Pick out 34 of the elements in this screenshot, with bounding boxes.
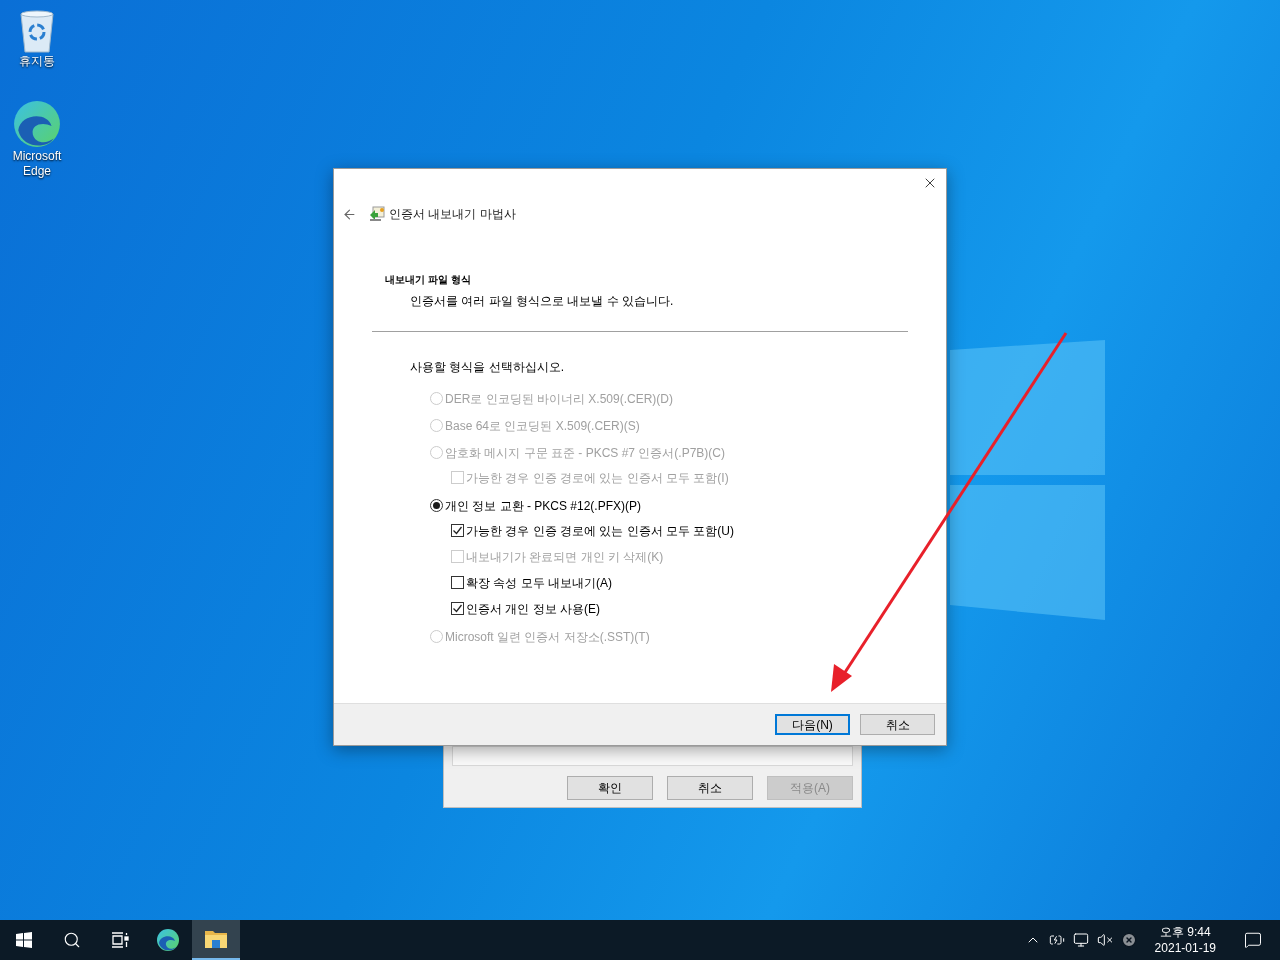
battery-icon[interactable] [1048, 932, 1065, 948]
checkbox-label[interactable]: 확장 속성 모두 내보내기(A) [466, 573, 612, 592]
browser-icon [156, 928, 180, 952]
recycle-bin-icon [17, 8, 57, 54]
checkbox-label[interactable]: 인증서 개인 정보 사용(E) [466, 599, 600, 618]
checkbox[interactable] [451, 602, 464, 615]
browser-icon [12, 99, 62, 149]
wizard-button[interactable]: 취소 [860, 714, 935, 735]
checkbox[interactable] [451, 524, 464, 537]
windows-logo-icon [16, 932, 32, 948]
dialog-button[interactable]: 취소 [667, 776, 753, 800]
search-icon [63, 931, 81, 949]
checkbox-label[interactable]: 가능한 경우 인증 경로에 있는 인증서 모두 포함(U) [466, 521, 734, 540]
section-heading: 내보내기 파일 형식 [385, 273, 472, 287]
taskbar-button[interactable] [192, 920, 240, 960]
radio-button[interactable] [430, 499, 443, 512]
mute-icon[interactable] [1096, 932, 1113, 948]
prompt-text: 사용할 형식을 선택하십시오. [410, 359, 565, 376]
clock-time[interactable]: 오후 9:44 [1159, 924, 1211, 940]
desktop-icon-label[interactable]: 휴지통 [7, 54, 67, 69]
network-icon[interactable] [1072, 932, 1089, 948]
error-icon[interactable] [1120, 932, 1137, 948]
notification-icon[interactable] [1244, 931, 1262, 949]
desktop-icon-label[interactable]: Microsoft Edge [7, 149, 67, 179]
folder-icon [204, 929, 228, 949]
certificate-wizard-icon [369, 206, 385, 222]
dialog-button[interactable]: 확인 [567, 776, 653, 800]
wizard-title: 인증서 내보내기 마법사 [389, 206, 516, 223]
wizard-button[interactable]: 다음(N) [775, 714, 850, 735]
checkbox[interactable] [451, 576, 464, 589]
section-subtitle: 인증서를 여러 파일 형식으로 내보낼 수 있습니다. [409, 293, 675, 310]
option-label[interactable]: 개인 정보 교환 - PKCS #12(.PFX)(P) [445, 496, 642, 515]
clock-date[interactable]: 2021-01-19 [1154, 940, 1216, 956]
task-view-icon [111, 932, 129, 948]
